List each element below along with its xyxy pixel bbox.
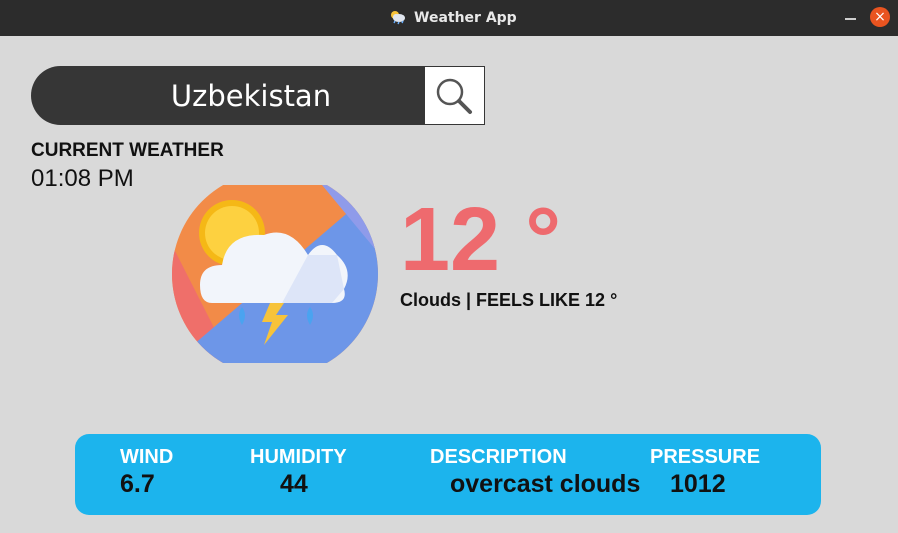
description-label: DESCRIPTION <box>430 446 567 468</box>
window-title: Weather App <box>414 10 517 26</box>
search-input[interactable] <box>91 66 411 125</box>
temperature-value: 12 ° <box>400 190 562 290</box>
pressure-label: PRESSURE <box>650 446 761 468</box>
close-button[interactable]: × <box>870 7 890 27</box>
title-bar: Weather App × <box>0 0 898 36</box>
wind-value: 6.7 <box>120 470 155 498</box>
description-value: overcast clouds <box>450 470 641 498</box>
condition-text: Clouds | FEELS LIKE 12 ° <box>400 290 618 310</box>
pressure-value: 1012 <box>670 470 726 498</box>
search-button[interactable] <box>424 66 485 125</box>
current-weather-label: CURRENT WEATHER <box>31 140 224 161</box>
search-icon <box>436 78 472 114</box>
humidity-label: HUMIDITY <box>250 446 347 468</box>
minimize-button[interactable] <box>842 8 860 26</box>
humidity-value: 44 <box>280 470 308 498</box>
wind-label: WIND <box>120 446 174 468</box>
current-time: 01:08 PM <box>31 165 134 192</box>
details-panel: WIND 6.7 HUMIDITY 44 DESCRIPTION overcas… <box>75 434 821 515</box>
search-bar <box>31 66 451 125</box>
app-weather-icon <box>391 11 405 25</box>
cloud-sun-storm-icon <box>172 185 378 363</box>
